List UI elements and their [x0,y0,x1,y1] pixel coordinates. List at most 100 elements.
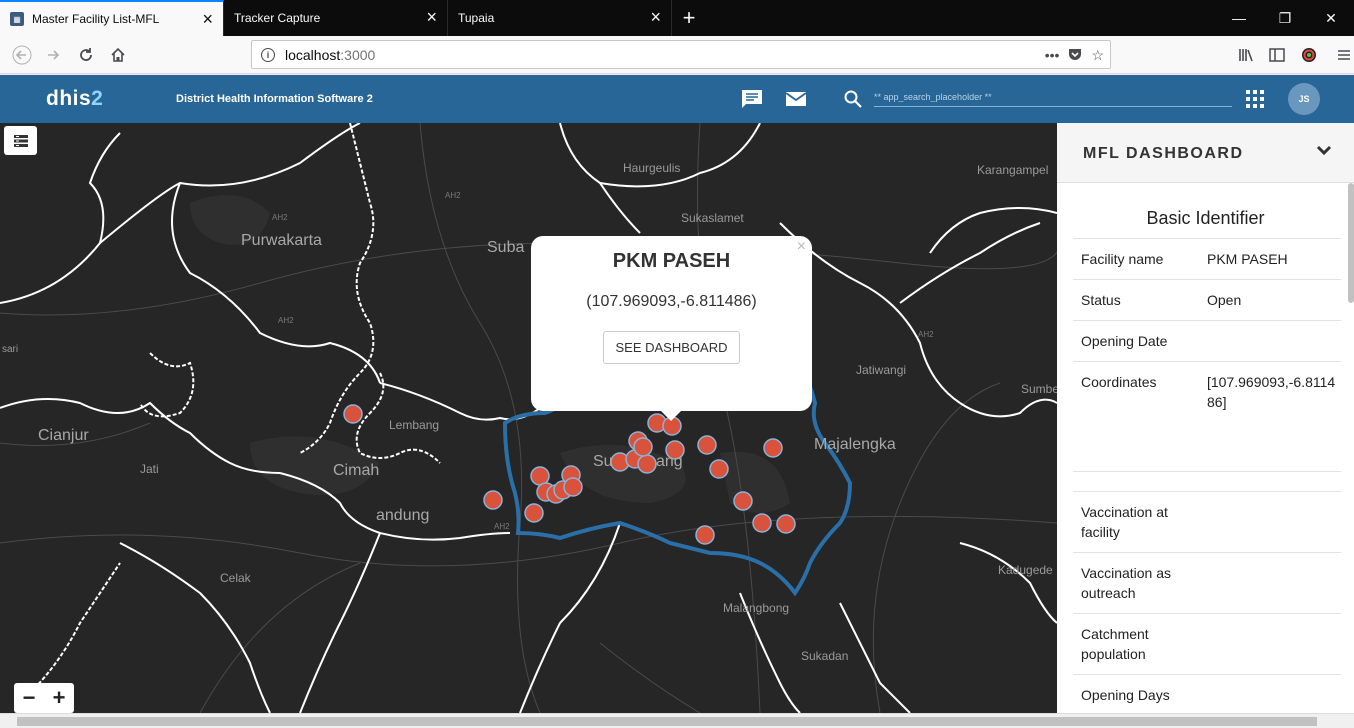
row-key [1073,472,1207,491]
map-label-malangbong: Malangbong [723,601,790,615]
browser-tab-bar: ▦ Master Facility List-MFL × Tracker Cap… [0,0,1354,36]
map-label-celak: Celak [220,571,251,585]
map-label-sumedang-tail: ang [656,453,683,470]
library-icon[interactable] [1232,42,1260,68]
tab-tracker-capture[interactable]: Tracker Capture × [224,0,448,36]
minimize-icon[interactable]: — [1216,0,1262,36]
reload-icon[interactable] [72,42,100,68]
close-icon[interactable]: × [426,8,437,26]
map-label-kadugede: Kadugede [998,563,1053,577]
zoom-in-button[interactable]: + [44,683,74,713]
mfl-dashboard-panel: MFL DASHBOARD Basic Identifier Facility … [1057,123,1354,713]
popup-coordinates: (107.969093,-6.811486) [586,293,757,310]
panel-title: MFL DASHBOARD [1083,145,1244,162]
road-label-ah2: AH2 [918,330,934,339]
url-port: :3000 [340,46,376,63]
scrollbar-thumb[interactable] [17,717,1317,726]
close-window-icon[interactable]: ✕ [1308,0,1354,36]
see-dashboard-button[interactable]: SEE DASHBOARD [602,331,741,364]
map-base-layer [0,123,1057,713]
apps-grid-icon[interactable] [1246,90,1268,110]
row-value [1207,675,1341,713]
address-bar[interactable]: i localhost:3000 ••• ☆ [251,40,1111,69]
table-row: Opening Days [1073,674,1341,713]
row-key: Status [1081,292,1121,308]
table-row [1073,471,1341,491]
back-icon[interactable] [8,42,36,68]
map-label-majalengka: Majalengka [814,436,896,453]
dhis-favicon-icon: ▦ [10,12,24,26]
map-label-jati: Jati [140,462,159,476]
map-label-sumber: Sumbe [1021,382,1057,396]
chevron-down-icon[interactable] [1316,141,1332,162]
tab-label: Tracker Capture [234,11,321,25]
row-key: Coordinates [1081,374,1157,390]
road-label-ah2: AH2 [445,191,461,200]
row-key: Opening Days [1081,687,1170,703]
row-value: PKM PASEH [1207,251,1288,267]
home-icon[interactable] [104,42,132,68]
search-icon[interactable] [843,89,863,109]
forward-icon[interactable] [40,42,68,68]
map-label-haurgeulis: Haurgeulis [623,161,681,175]
map-label-cimahi: Cimah [333,462,380,479]
layers-toggle-button[interactable] [4,126,37,155]
sidebar-icon[interactable] [1263,42,1291,68]
panel-header[interactable]: MFL DASHBOARD [1057,123,1354,183]
road-label-ah2: AH2 [278,316,294,325]
table-row: Status Open [1073,279,1341,320]
info-icon[interactable]: i [261,47,275,62]
map-label-subang: Suba [487,239,525,256]
dhis2-logo[interactable]: dhis2 [46,87,103,111]
close-icon[interactable]: × [650,8,661,26]
logo-suffix: 2 [91,87,104,110]
restore-icon[interactable]: ❐ [1262,0,1308,36]
bookmark-star-icon[interactable]: ☆ [1091,47,1104,64]
row-key: Opening Date [1081,333,1168,349]
row-value [1207,321,1341,361]
tab-master-facility-list[interactable]: ▦ Master Facility List-MFL × [0,0,224,36]
search-input[interactable] [874,87,1232,107]
color-extension-icon[interactable] [1295,42,1323,68]
pocket-icon[interactable] [1067,46,1083,65]
navigation-bar: i localhost:3000 ••• ☆ [0,36,1354,74]
user-avatar[interactable]: JS [1288,83,1320,115]
section-title: Basic Identifier [1146,208,1265,228]
map-label-karangampel: Karangampel [977,163,1049,177]
dhis2-header: dhis2 District Health Information Softwa… [0,75,1354,123]
map-label-jatiwangi: Jatiwangi [856,363,907,377]
row-key: Facility name [1081,251,1164,267]
app-search [843,87,1233,109]
map-view[interactable]: Purwakarta Suba Haurgeulis Sukaslamet Ka… [0,123,1057,713]
menu-icon[interactable] [1330,42,1354,68]
horizontal-scrollbar[interactable] [0,713,1354,728]
row-key: Vaccination as outreach [1081,565,1172,601]
row-key: Catchment population [1081,626,1149,662]
window-controls: — ❐ ✕ [1216,0,1354,36]
panel-scrollbar[interactable] [1348,183,1354,303]
row-value: [107.969093,-6.811486] [1207,374,1336,410]
popup-facility-name: PKM PASEH [612,250,731,272]
interpretations-mail-icon[interactable] [785,89,807,109]
map-label-lembang: Lembang [389,418,440,432]
road-label-ah2: AH2 [494,522,510,531]
layers-icon [13,134,28,147]
map-label-sumedang: Su [593,453,613,470]
table-row: Opening Date [1073,320,1341,361]
new-tab-button[interactable]: + [672,0,706,36]
row-value [1207,553,1341,613]
tab-label: Master Facility List-MFL [32,12,160,26]
close-icon[interactable]: × [202,10,213,28]
table-row: Coordinates [107.969093,-6.811486] [1073,361,1341,471]
more-actions-icon[interactable]: ••• [1045,47,1060,63]
map-label-cianjur: Cianjur [38,427,89,444]
app-title: District Health Information Software 2 [176,93,373,105]
map-label-sari: sari [2,344,19,355]
facility-details-table: Facility name PKM PASEH Status Open Openin… [1073,238,1341,713]
map-label-sukadana: Sukadan [801,649,849,663]
close-icon[interactable]: × [797,238,806,256]
tab-tupaia[interactable]: Tupaia × [448,0,672,36]
messages-icon[interactable] [741,89,763,109]
zoom-out-button[interactable]: − [14,683,44,713]
tab-label: Tupaia [458,11,495,25]
